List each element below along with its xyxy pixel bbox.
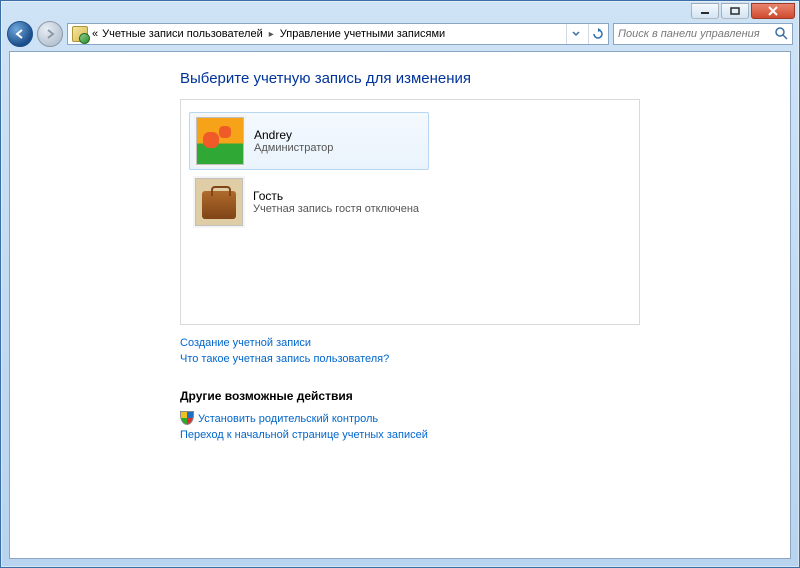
account-role: Учетная запись гостя отключена (253, 203, 419, 215)
search-icon (774, 26, 788, 43)
search-placeholder: Поиск в панели управления (618, 28, 760, 40)
breadcrumb-prefix: « (92, 28, 98, 40)
other-actions-heading: Другие возможные действия (180, 389, 774, 403)
refresh-icon (592, 28, 604, 40)
account-item-andrey[interactable]: Andrey Администратор (189, 112, 429, 170)
accounts-list: Andrey Администратор Гость Учетная запис… (180, 99, 640, 325)
chevron-down-icon (572, 31, 580, 37)
breadcrumb-seg-2[interactable]: Управление учетными записями (280, 28, 445, 40)
accounts-home-link[interactable]: Переход к начальной странице учетных зап… (180, 427, 774, 443)
parental-controls-label: Установить родительский контроль (198, 413, 378, 425)
shield-icon (180, 411, 194, 425)
create-account-link[interactable]: Создание учетной записи (180, 335, 774, 351)
close-button[interactable] (751, 3, 795, 19)
titlebar (1, 1, 799, 19)
address-bar[interactable]: « Учетные записи пользователей ▸ Управле… (67, 23, 609, 45)
minimize-button[interactable] (691, 3, 719, 19)
breadcrumb-seg-1[interactable]: Учетные записи пользователей (102, 28, 263, 40)
arrow-right-icon (44, 28, 56, 40)
account-item-guest[interactable]: Гость Учетная запись гостя отключена (189, 174, 429, 230)
parental-controls-link[interactable]: Установить родительский контроль (180, 409, 774, 427)
arrow-left-icon (14, 28, 26, 40)
account-name: Гость (253, 189, 419, 203)
avatar (196, 117, 244, 165)
window-frame: « Учетные записи пользователей ▸ Управле… (0, 0, 800, 568)
control-panel-icon (72, 26, 88, 42)
maximize-button[interactable] (721, 3, 749, 19)
page-title: Выберите учетную запись для изменения (180, 70, 774, 87)
navbar: « Учетные записи пользователей ▸ Управле… (1, 19, 799, 49)
post-list-links: Создание учетной записи Что такое учетна… (180, 335, 774, 367)
chevron-right-icon[interactable]: ▸ (267, 29, 276, 40)
back-button[interactable] (7, 21, 33, 47)
what-is-account-link[interactable]: Что такое учетная запись пользователя? (180, 351, 774, 367)
content-area: Выберите учетную запись для изменения An… (9, 51, 791, 559)
other-actions-links: Установить родительский контроль Переход… (180, 409, 774, 443)
refresh-button[interactable] (588, 24, 606, 44)
search-input[interactable]: Поиск в панели управления (613, 23, 793, 45)
forward-button[interactable] (37, 21, 63, 47)
account-name: Andrey (254, 128, 333, 142)
account-role: Администратор (254, 142, 333, 154)
history-dropdown-button[interactable] (566, 24, 584, 44)
maximize-icon (730, 7, 740, 15)
avatar (195, 178, 243, 226)
close-icon (767, 6, 779, 16)
minimize-icon (700, 7, 710, 15)
